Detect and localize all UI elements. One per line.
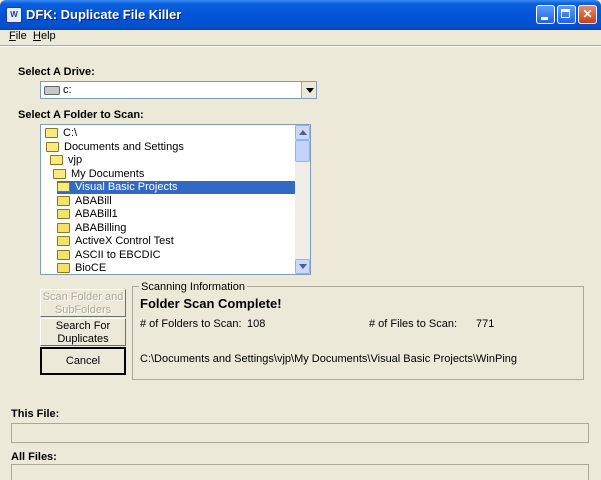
folder-tree-item-label: Visual Basic Projects bbox=[73, 181, 180, 194]
dropdown-arrow-icon[interactable] bbox=[301, 82, 316, 98]
folder-tree-item[interactable]: Visual Basic Projects bbox=[57, 181, 295, 194]
folder-tree-item[interactable]: My Documents bbox=[53, 168, 253, 181]
menu-help-label: Help bbox=[33, 30, 56, 42]
drive-label: Select A Drive: bbox=[18, 66, 95, 78]
folder-tree-item[interactable]: ActiveX Control Test bbox=[57, 235, 257, 248]
menu-divider bbox=[0, 45, 601, 47]
scroll-thumb[interactable] bbox=[295, 140, 310, 162]
menu-file-label: File bbox=[9, 30, 27, 42]
app-icon[interactable]: W bbox=[6, 7, 22, 23]
folder-tree-item-label: ABABilling bbox=[75, 221, 127, 234]
all-files-progress bbox=[11, 464, 589, 480]
folder-icon bbox=[57, 222, 70, 233]
open-folder-icon bbox=[53, 168, 66, 179]
folder-tree-item[interactable]: ABABilling bbox=[57, 222, 257, 235]
cancel-button[interactable]: Cancel bbox=[40, 347, 126, 375]
title-bar[interactable]: W DFK: Duplicate File Killer ✕ bbox=[0, 0, 601, 30]
scanning-info-legend: Scanning Information bbox=[139, 281, 247, 293]
maximize-button[interactable] bbox=[557, 5, 576, 24]
open-folder-icon bbox=[50, 155, 63, 165]
folder-icon bbox=[57, 195, 70, 206]
open-folder-icon bbox=[45, 128, 58, 138]
folder-tree-item[interactable]: BioCE bbox=[57, 262, 257, 274]
folder-tree-item-label: ActiveX Control Test bbox=[75, 235, 174, 247]
drive-icon bbox=[44, 86, 60, 95]
menu-help[interactable]: Help bbox=[33, 30, 56, 42]
files-count-label: # of Files to Scan: bbox=[369, 318, 458, 330]
maximize-icon bbox=[561, 9, 570, 18]
vertical-scrollbar[interactable] bbox=[295, 125, 310, 274]
search-duplicates-button[interactable]: Search For Duplicates bbox=[40, 318, 126, 346]
folder-tree-item-label: My Documents bbox=[71, 167, 145, 180]
scroll-up-icon[interactable] bbox=[295, 125, 310, 140]
app-window: W DFK: Duplicate File Killer ✕ File Help… bbox=[0, 0, 601, 480]
folder-tree-item-label: vjp bbox=[68, 154, 83, 166]
open-folder-icon bbox=[46, 141, 59, 152]
drive-selected-value: c: bbox=[63, 84, 72, 96]
menu-bar: File Help bbox=[0, 30, 601, 44]
folder-tree-item-label: ASCII to EBCDIC bbox=[75, 248, 161, 261]
folders-count-label: # of Folders to Scan: bbox=[140, 318, 242, 330]
open-folder-icon bbox=[57, 182, 70, 192]
folder-tree-item-label: Documents and Settings bbox=[64, 140, 184, 153]
folders-count-value: 108 bbox=[247, 318, 266, 330]
folder-tree-item-label: C:\ bbox=[63, 127, 78, 139]
folder-tree-item[interactable]: ABABill1 bbox=[57, 208, 257, 221]
folder-tree-item[interactable]: Documents and Settings bbox=[46, 141, 246, 154]
close-button[interactable]: ✕ bbox=[578, 5, 597, 24]
current-path: C:\Documents and Settings\vjp\My Documen… bbox=[140, 353, 518, 365]
folder-tree-item[interactable]: vjp bbox=[50, 154, 250, 167]
scan-folder-button[interactable]: Scan Folder and SubFolders bbox=[40, 289, 126, 317]
close-icon: ✕ bbox=[582, 7, 593, 21]
folder-icon bbox=[57, 209, 70, 219]
scroll-down-icon[interactable] bbox=[295, 259, 310, 274]
folder-tree-item[interactable]: ABABill bbox=[57, 195, 257, 208]
minimize-button[interactable] bbox=[536, 5, 555, 24]
folder-tree-item[interactable]: C:\ bbox=[45, 127, 245, 140]
folder-icon bbox=[57, 249, 70, 260]
folder-tree-item-label: BioCE bbox=[75, 262, 107, 274]
menu-file[interactable]: File bbox=[9, 30, 27, 42]
all-files-label: All Files: bbox=[11, 451, 57, 463]
folder-tree-item-label: ABABill1 bbox=[75, 208, 118, 220]
folder-tree[interactable]: C:\ Documents and Settings vjp My Documents… bbox=[40, 124, 311, 275]
this-file-progress bbox=[11, 423, 589, 443]
files-count-value: 771 bbox=[476, 318, 495, 330]
drive-select[interactable]: c: bbox=[40, 81, 317, 99]
scan-status: Folder Scan Complete! bbox=[140, 296, 282, 311]
folder-tree-item-label: ABABill bbox=[75, 194, 112, 207]
folder-label: Select A Folder to Scan: bbox=[18, 109, 144, 121]
this-file-label: This File: bbox=[11, 408, 60, 420]
folder-icon bbox=[57, 263, 70, 273]
minimize-icon bbox=[541, 17, 548, 20]
folder-icon bbox=[57, 236, 70, 246]
window-title: DFK: Duplicate File Killer bbox=[26, 7, 182, 22]
folder-tree-item[interactable]: ASCII to EBCDIC bbox=[57, 249, 257, 262]
